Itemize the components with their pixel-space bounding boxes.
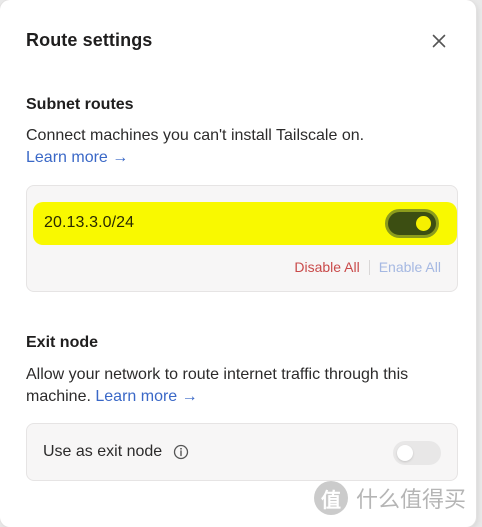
- exit-node-heading: Exit node: [26, 334, 99, 351]
- disable-all-button[interactable]: Disable All: [294, 259, 359, 275]
- watermark-text: 什么值得买: [355, 488, 466, 513]
- info-icon[interactable]: [173, 444, 189, 460]
- exit-node-toggle-label: Use as exit node: [43, 443, 163, 460]
- toggle-knob: [416, 216, 431, 231]
- close-icon: [432, 34, 446, 48]
- exit-node-learn-more-link[interactable]: Learn more →: [95, 388, 197, 405]
- exit-node-description-text: Allow your network to route internet tra…: [26, 366, 409, 405]
- subnet-routes-heading: Subnet routes: [26, 96, 134, 113]
- route-toggle[interactable]: [385, 209, 439, 238]
- watermark: 值 什么值得买: [313, 481, 466, 515]
- toggle-knob: [397, 445, 413, 461]
- route-cidr: 20.13.3.0/24: [44, 214, 135, 231]
- route-actions: Disable All Enable All: [294, 259, 441, 275]
- subnet-routes-description: Connect machines you can't install Tails…: [26, 125, 450, 169]
- subnet-routes-card: 20.13.3.0/24 Disable All Enable All: [26, 185, 458, 292]
- dialog-title: Route settings: [26, 30, 153, 50]
- route-settings-dialog: Route settings Subnet routes Connect mac…: [0, 0, 476, 527]
- route-row: 20.13.3.0/24: [33, 202, 457, 245]
- watermark-logo-icon: 值: [313, 481, 348, 515]
- exit-node-description: Allow your network to route internet tra…: [26, 364, 450, 408]
- enable-all-button[interactable]: Enable All: [379, 259, 441, 275]
- close-button[interactable]: [427, 29, 451, 53]
- exit-node-card: Use as exit node: [26, 423, 458, 481]
- subnet-learn-more-link[interactable]: Learn more →: [26, 149, 128, 166]
- exit-node-toggle[interactable]: [393, 441, 441, 465]
- subnet-description-text: Connect machines you can't install Tails…: [26, 127, 365, 144]
- actions-divider: [368, 259, 370, 275]
- dialog-header: Route settings: [26, 30, 450, 54]
